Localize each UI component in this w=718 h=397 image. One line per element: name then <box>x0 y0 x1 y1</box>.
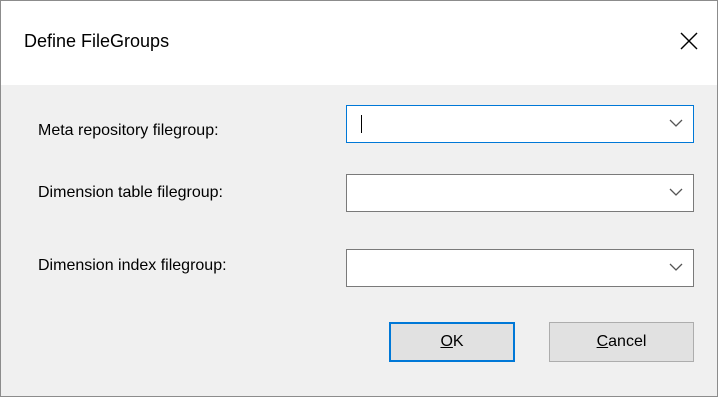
dimension-index-filegroup-combo[interactable] <box>346 249 694 287</box>
define-filegroups-dialog: Define FileGroups Meta repository filegr… <box>0 0 718 397</box>
cancel-button-accelerator: C <box>596 333 609 350</box>
ok-button[interactable]: OK <box>389 322 515 362</box>
dialog-title: Define FileGroups <box>24 31 170 51</box>
close-button[interactable] <box>675 27 703 55</box>
cancel-button[interactable]: Cancel <box>549 322 694 362</box>
chevron-down-icon[interactable] <box>669 262 683 272</box>
title-bar: Define FileGroups <box>1 1 717 85</box>
cancel-button-label-rest: ancel <box>608 333 647 350</box>
ok-button-accelerator: O <box>440 333 453 350</box>
ok-button-label-rest: K <box>452 333 464 350</box>
chevron-down-icon[interactable] <box>669 118 683 128</box>
chevron-down-icon[interactable] <box>669 187 683 197</box>
dimension-table-filegroup-combo[interactable] <box>346 174 694 212</box>
close-icon <box>680 32 698 50</box>
dimension-index-filegroup-label: Dimension index filegroup: <box>38 257 227 274</box>
meta-repository-filegroup-combo[interactable] <box>346 105 694 143</box>
meta-repository-filegroup-label: Meta repository filegroup: <box>38 122 219 139</box>
text-caret <box>361 115 362 133</box>
dimension-table-filegroup-label: Dimension table filegroup: <box>38 184 223 201</box>
